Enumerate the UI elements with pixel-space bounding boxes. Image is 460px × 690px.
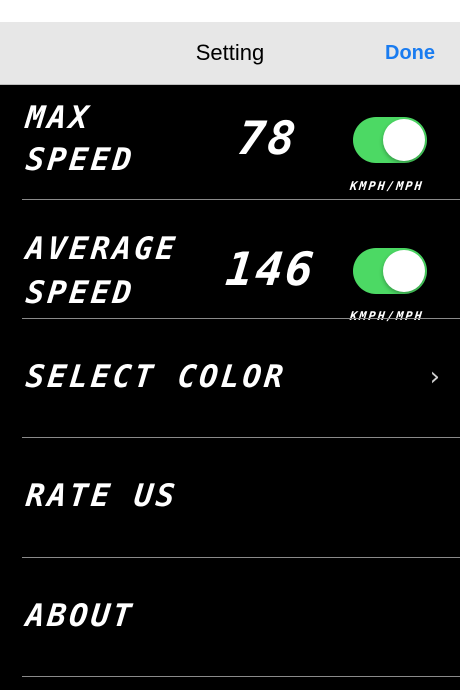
average-speed-unit-toggle[interactable]	[353, 248, 427, 294]
chevron-right-icon: ›	[429, 362, 440, 392]
toggle-knob	[383, 119, 425, 161]
about-item[interactable]: ABOUT	[0, 558, 460, 676]
navigation-bar: Setting Done	[0, 22, 460, 85]
max-speed-value: 78	[235, 111, 301, 165]
max-speed-label-line2: SPEED	[24, 142, 137, 178]
select-color-item[interactable]: SELECT COLOR ›	[0, 319, 460, 437]
average-speed-label-line1: AVERAGE	[24, 231, 180, 267]
max-speed-unit-label: KMPH/MPH	[349, 179, 425, 193]
max-speed-row: MAX SPEED 78 KMPH/MPH	[0, 85, 460, 199]
select-color-label: SELECT COLOR	[24, 359, 288, 395]
rate-us-item[interactable]: RATE US	[0, 438, 460, 557]
average-speed-row: AVERAGE SPEED 146 KMPH/MPH	[0, 200, 460, 323]
rate-us-label: RATE US	[24, 478, 180, 514]
done-button[interactable]: Done	[385, 22, 435, 84]
divider	[22, 676, 460, 677]
average-speed-value: 146	[223, 242, 318, 296]
toggle-knob	[383, 250, 425, 292]
max-speed-label-line1: MAX	[24, 100, 93, 136]
max-speed-unit-toggle[interactable]	[353, 117, 427, 163]
average-speed-label-line2: SPEED	[24, 275, 137, 311]
about-label: ABOUT	[24, 598, 137, 634]
status-bar	[0, 0, 460, 22]
